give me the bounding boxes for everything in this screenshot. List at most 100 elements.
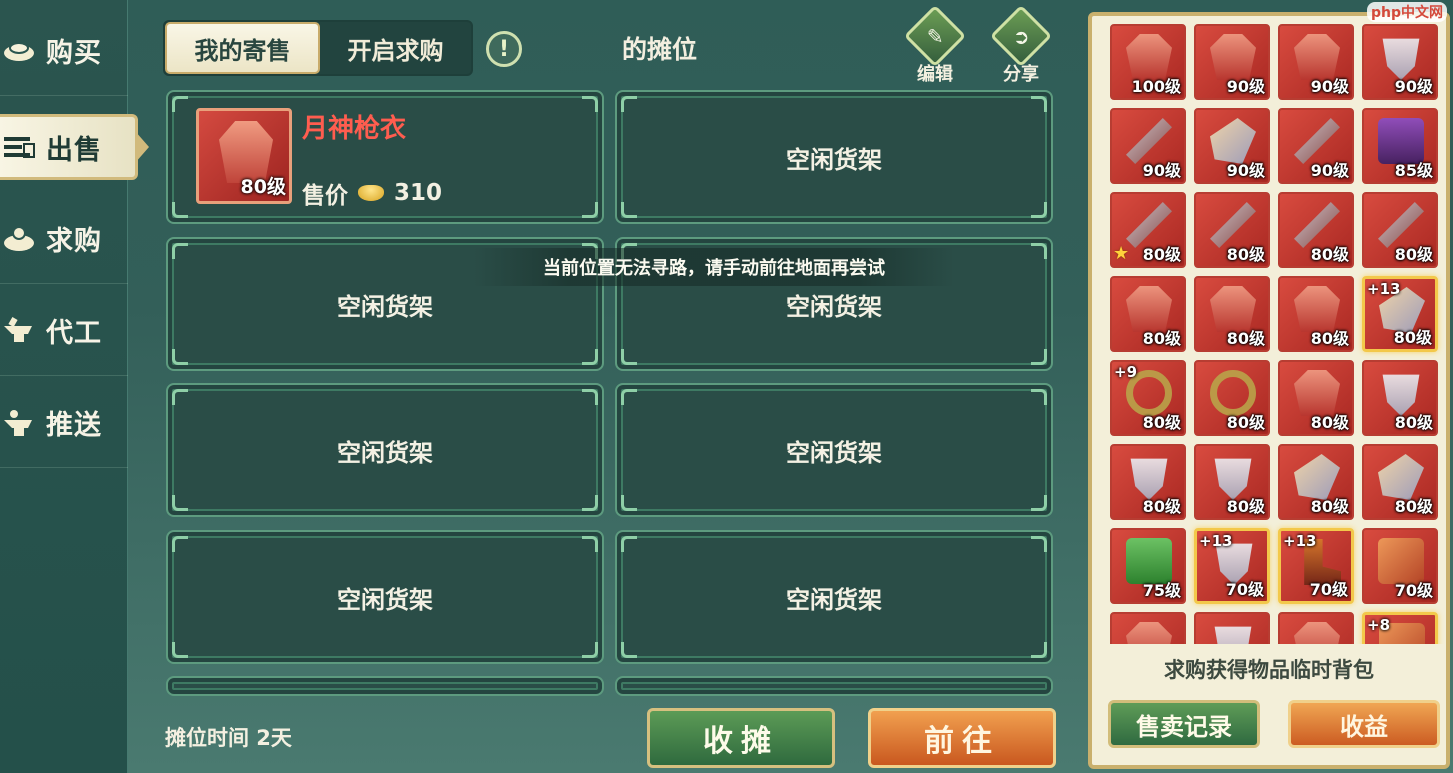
listed-item-price: 310 <box>394 180 443 206</box>
inventory-slot[interactable] <box>1278 612 1354 644</box>
inventory-slot[interactable]: 80级 <box>1362 192 1438 268</box>
watermark-logo: php中文网 <box>1366 2 1447 22</box>
shelf-slot-9-partial[interactable] <box>166 676 604 696</box>
inventory-slot[interactable]: +9 80级 <box>1110 360 1186 436</box>
temp-bag-caption: 求购获得物品临时背包 <box>1164 658 1374 682</box>
inventory-slot[interactable]: 80级 <box>1278 444 1354 520</box>
empty-shelf-label: 空闲货架 <box>337 438 433 467</box>
info-icon[interactable]: ! <box>486 31 522 67</box>
inventory-slot[interactable]: 85级 <box>1362 108 1438 184</box>
inventory-slot[interactable]: 80级 <box>1362 444 1438 520</box>
close-stall-button[interactable]: 收摊 <box>647 708 835 768</box>
item-level: 100级 <box>1131 77 1181 96</box>
empty-shelf-label: 空闲货架 <box>786 438 882 467</box>
inventory-slot[interactable]: 90级 <box>1278 24 1354 100</box>
nav-label-push: 推送 <box>46 410 102 441</box>
item-level: 80级 <box>1226 329 1265 348</box>
item-level: 80级 <box>1310 245 1349 264</box>
item-level: 80级 <box>1310 497 1349 516</box>
consign-tabs: 我的寄售 开启求购 <box>163 20 473 76</box>
inventory-slot[interactable]: 80级 <box>1194 444 1270 520</box>
sales-record-button[interactable]: 售卖记录 <box>1108 700 1260 748</box>
inventory-slot[interactable]: 80级 <box>1194 276 1270 352</box>
listed-item-thumbnail[interactable]: 80级 <box>196 108 292 204</box>
inventory-slot[interactable]: 75级 <box>1110 528 1186 604</box>
inventory-slot[interactable]: 90级 <box>1362 24 1438 100</box>
nav-item-craft[interactable]: 代工 <box>0 286 128 376</box>
inventory-slot[interactable]: +13 70级 <box>1194 528 1270 604</box>
gold-ingot-icon <box>358 185 384 201</box>
empty-shelf-label: 空闲货架 <box>337 585 433 614</box>
enhance-level: +8 <box>1367 616 1391 634</box>
shelf-slot-2[interactable]: 空闲货架 <box>615 90 1053 224</box>
inventory-slot[interactable] <box>1110 612 1186 644</box>
silver-item-icon <box>1214 626 1252 644</box>
empty-shelf-label: 空闲货架 <box>786 585 882 614</box>
shelf-slot-10-partial[interactable] <box>615 676 1053 696</box>
item-level: 80级 <box>1142 329 1181 348</box>
empty-shelf-label: 空闲货架 <box>786 145 882 174</box>
inventory-slot[interactable]: 80级 <box>1278 192 1354 268</box>
inventory-slot[interactable]: 90级 <box>1194 24 1270 100</box>
price-label: 售价 <box>302 183 348 209</box>
inventory-slot[interactable] <box>1194 612 1270 644</box>
edit-button[interactable]: ✎ 编辑 <box>900 4 970 86</box>
share-button[interactable]: ➲ 分享 <box>986 4 1056 86</box>
nav-item-buy[interactable]: 购买 <box>0 6 128 96</box>
item-level: 80级 <box>1226 497 1265 516</box>
inventory-slot[interactable]: 90级 <box>1278 108 1354 184</box>
shelf-slot-5[interactable]: 空闲货架 <box>166 383 604 517</box>
inventory-slot[interactable]: ★ 80级 <box>1110 192 1186 268</box>
inventory-slot[interactable]: +13 80级 <box>1362 276 1438 352</box>
inventory-slot[interactable]: 100级 <box>1110 24 1186 100</box>
inventory-slot[interactable]: 90级 <box>1110 108 1186 184</box>
stall-time: 摊位时间 2天 <box>165 726 292 750</box>
inventory-slot[interactable]: 80级 <box>1110 276 1186 352</box>
request-bowl-icon <box>0 224 38 254</box>
inventory-slot[interactable]: +13 70级 <box>1278 528 1354 604</box>
tab-open-request[interactable]: 开启求购 <box>320 22 471 74</box>
ingot-bowl-icon <box>0 36 38 66</box>
item-level: 90级 <box>1310 161 1349 180</box>
item-level: 80级 <box>1142 245 1181 264</box>
inventory-slot[interactable]: 80级 <box>1278 360 1354 436</box>
item-level: 80级 <box>1310 329 1349 348</box>
inventory-slot[interactable]: 80级 <box>1278 276 1354 352</box>
item-level: 90级 <box>1226 161 1265 180</box>
shelf-slot-1[interactable]: 80级 月神枪衣 售价 310 <box>166 90 604 224</box>
inventory-slot[interactable]: +8 <box>1362 612 1438 644</box>
item-level: 80级 <box>1310 413 1349 432</box>
inventory-slot[interactable]: 80级 <box>1362 360 1438 436</box>
robe-item-icon <box>1126 622 1172 644</box>
robe-item-icon <box>1294 622 1340 644</box>
item-level: 80级 <box>1394 413 1433 432</box>
item-level: 90级 <box>1394 77 1433 96</box>
inventory-slot[interactable]: 90级 <box>1194 108 1270 184</box>
item-level: 75级 <box>1142 581 1181 600</box>
stall-title: 的摊位 <box>622 35 698 64</box>
enhance-level: +9 <box>1114 363 1138 381</box>
item-level: 80级 <box>1226 413 1265 432</box>
empty-shelf-label: 空闲货架 <box>786 292 882 321</box>
shelf-slot-8[interactable]: 空闲货架 <box>615 530 1053 664</box>
empty-shelf-label: 空闲货架 <box>337 292 433 321</box>
nav-item-sell[interactable]: 出售 <box>0 114 149 180</box>
shelf-slot-7[interactable]: 空闲货架 <box>166 530 604 664</box>
item-level: 80级 <box>1394 497 1433 516</box>
inventory-slot[interactable]: 80级 <box>1194 360 1270 436</box>
edit-icon: ✎ <box>926 23 944 48</box>
go-to-button[interactable]: 前往 <box>868 708 1056 768</box>
inventory-slot[interactable]: 80级 <box>1194 192 1270 268</box>
shelf-slot-6[interactable]: 空闲货架 <box>615 383 1053 517</box>
item-level: 80级 <box>1226 245 1265 264</box>
inventory-grid: 100级 90级 90级 90级 90级 90级 90级 85级 ★ 80级 80级 80级 80级 80… <box>1110 24 1446 644</box>
inventory-slot[interactable]: 80级 <box>1110 444 1186 520</box>
tab-my-consignment[interactable]: 我的寄售 <box>165 22 320 74</box>
item-level: 80级 <box>1142 497 1181 516</box>
listed-item-level: 80级 <box>240 176 286 198</box>
push-anvil-icon <box>0 408 38 438</box>
inventory-slot[interactable]: 70级 <box>1362 528 1438 604</box>
nav-item-push[interactable]: 推送 <box>0 378 128 468</box>
earnings-button[interactable]: 收益 <box>1288 700 1440 748</box>
nav-item-request[interactable]: 求购 <box>0 194 128 284</box>
